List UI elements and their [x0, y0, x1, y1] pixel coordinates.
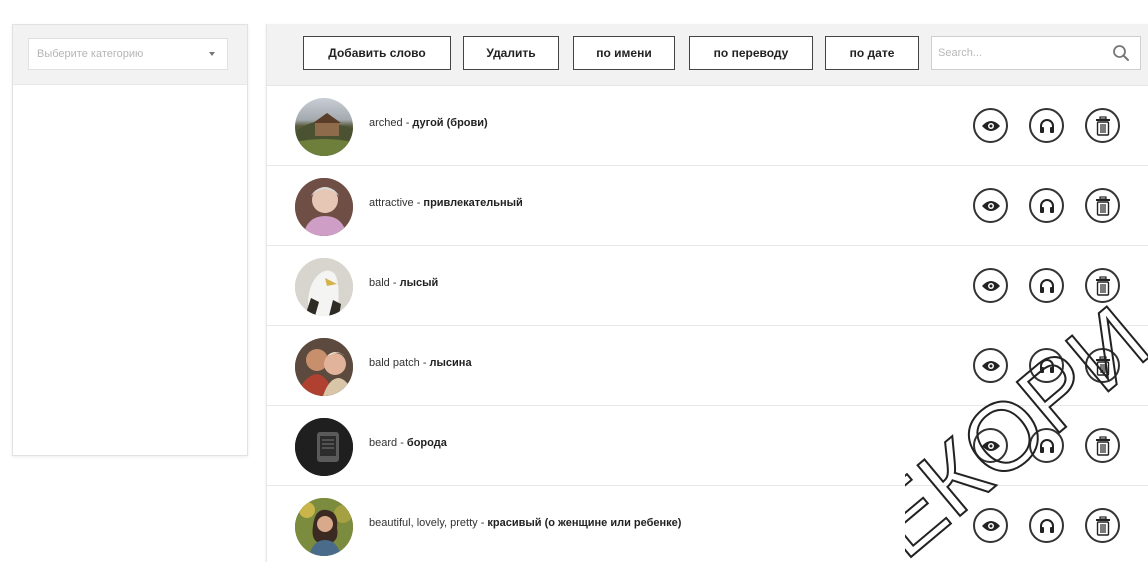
eye-icon [981, 360, 1000, 371]
word-image [295, 258, 353, 316]
listen-button[interactable] [1029, 428, 1064, 463]
row-actions [973, 108, 1141, 143]
word-translation: лысый [399, 277, 439, 289]
eye-icon [981, 200, 1000, 211]
word-row[interactable]: bald patch - лысина [267, 326, 1148, 406]
word-entry: beard - борода [369, 437, 447, 449]
word-text: bald [369, 277, 390, 289]
trash-icon [1095, 275, 1110, 296]
view-button[interactable] [973, 508, 1008, 543]
word-row[interactable]: arched - дугой (брови) [267, 86, 1148, 166]
listen-button[interactable] [1029, 188, 1064, 223]
word-translation: привлекательный [423, 197, 523, 209]
word-row[interactable]: beautiful, lovely, pretty - красивый (о … [267, 486, 1148, 562]
word-entry: bald patch - лысина [369, 357, 472, 369]
caret-down-icon [209, 52, 215, 56]
delete-word-button[interactable] [1085, 348, 1120, 383]
view-button[interactable] [973, 188, 1008, 223]
toolbar: Добавить слово Удалить по имени по перев… [267, 24, 1148, 86]
delete-button[interactable]: Удалить [463, 36, 559, 70]
view-button[interactable] [973, 268, 1008, 303]
headphones-icon [1039, 438, 1054, 453]
view-button[interactable] [973, 428, 1008, 463]
row-actions [973, 188, 1141, 223]
headphones-icon [1039, 278, 1054, 293]
sort-by-date-button[interactable]: по дате [825, 36, 919, 70]
sidebar-header: Выберите категорию [13, 25, 247, 85]
word-translation: красивый (о женщине или ребенке) [487, 517, 682, 529]
eye-icon [981, 280, 1000, 291]
trash-icon [1095, 115, 1110, 136]
search-input[interactable] [938, 47, 1088, 59]
row-actions [973, 428, 1141, 463]
eye-icon [981, 120, 1000, 131]
word-image [295, 418, 353, 476]
trash-icon [1095, 515, 1110, 536]
trash-icon [1095, 435, 1110, 456]
word-text: attractive [369, 197, 414, 209]
eye-icon [981, 440, 1000, 451]
word-row[interactable]: attractive - привлекательный [267, 166, 1148, 246]
delete-word-button[interactable] [1085, 428, 1120, 463]
listen-button[interactable] [1029, 268, 1064, 303]
word-list-panel: Добавить слово Удалить по имени по перев… [266, 24, 1148, 562]
word-image [295, 498, 353, 556]
sort-by-translation-button[interactable]: по переводу [689, 36, 813, 70]
category-sidebar: Выберите категорию [12, 24, 248, 456]
word-text: bald patch [369, 357, 420, 369]
word-row[interactable]: beard - борода [267, 406, 1148, 486]
word-entry: bald - лысый [369, 277, 439, 289]
word-translation: дугой (брови) [412, 117, 488, 129]
headphones-icon [1039, 518, 1054, 533]
headphones-icon [1039, 198, 1054, 213]
category-select[interactable]: Выберите категорию [28, 38, 228, 70]
word-translation: борода [406, 437, 447, 449]
delete-word-button[interactable] [1085, 268, 1120, 303]
delete-word-button[interactable] [1085, 508, 1120, 543]
view-button[interactable] [973, 108, 1008, 143]
word-image [295, 338, 353, 396]
headphones-icon [1039, 358, 1054, 373]
word-text: arched [369, 117, 403, 129]
word-translation: лысина [429, 357, 472, 369]
word-entry: beautiful, lovely, pretty - красивый (о … [369, 517, 682, 529]
word-image [295, 178, 353, 236]
row-actions [973, 508, 1141, 543]
view-button[interactable] [973, 348, 1008, 383]
listen-button[interactable] [1029, 108, 1064, 143]
trash-icon [1095, 355, 1110, 376]
trash-icon [1095, 195, 1110, 216]
category-select-placeholder: Выберите категорию [37, 48, 144, 60]
delete-word-button[interactable] [1085, 188, 1120, 223]
word-text: beard [369, 437, 398, 449]
word-list: arched - дугой (брови) attractive - прив… [267, 86, 1148, 562]
delete-word-button[interactable] [1085, 108, 1120, 143]
search-icon[interactable] [1112, 44, 1130, 62]
row-actions [973, 348, 1141, 383]
add-word-button[interactable]: Добавить слово [303, 36, 451, 70]
word-row[interactable]: bald - лысый [267, 246, 1148, 326]
eye-icon [981, 520, 1000, 531]
word-entry: attractive - привлекательный [369, 197, 523, 209]
word-image [295, 98, 353, 156]
word-text: beautiful, lovely, pretty [369, 517, 478, 529]
search-box [931, 36, 1141, 70]
headphones-icon [1039, 118, 1054, 133]
sort-by-name-button[interactable]: по имени [573, 36, 675, 70]
word-entry: arched - дугой (брови) [369, 117, 488, 129]
listen-button[interactable] [1029, 508, 1064, 543]
listen-button[interactable] [1029, 348, 1064, 383]
row-actions [973, 268, 1141, 303]
